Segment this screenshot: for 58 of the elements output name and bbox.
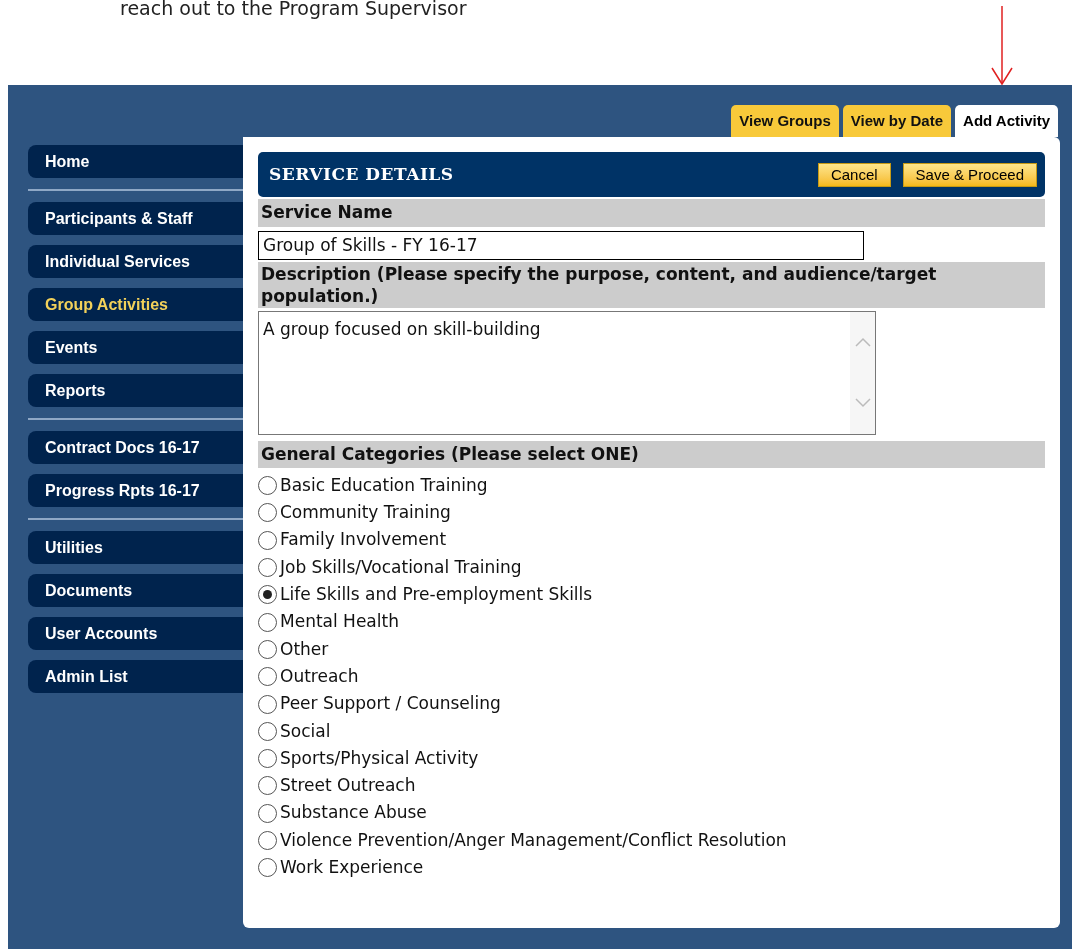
sidebar-item[interactable]: Progress Rpts 16-17 xyxy=(28,474,243,507)
radio-button[interactable] xyxy=(258,831,277,850)
radio-option[interactable]: Peer Support / Counseling xyxy=(258,690,501,718)
sidebar-item[interactable]: Participants & Staff xyxy=(28,202,243,235)
sidebar-item[interactable]: User Accounts xyxy=(28,617,243,650)
radio-button[interactable] xyxy=(258,694,277,714)
note-text: reach out to the Program Supervisor xyxy=(120,0,467,21)
arrow-icon xyxy=(990,6,1014,86)
sidebar-item[interactable]: Documents xyxy=(28,574,243,607)
sidebar-item[interactable]: Individual Services xyxy=(28,245,243,278)
scrollbar[interactable] xyxy=(850,311,875,434)
section-label: General Categories (Please select ONE) xyxy=(258,440,1045,468)
radio-button[interactable] xyxy=(258,803,277,823)
radio-button[interactable] xyxy=(258,503,277,523)
radio-button[interactable] xyxy=(258,667,277,687)
tab[interactable]: View Groups xyxy=(731,105,839,137)
section-label: Service Name xyxy=(258,199,1045,227)
radio-button[interactable] xyxy=(258,749,277,769)
description-field[interactable]: A group focused on skill-building xyxy=(258,310,876,435)
tab[interactable]: Add Activity xyxy=(955,105,1058,137)
radio-button[interactable] xyxy=(258,721,277,741)
radio-option[interactable]: Sports/Physical Activity xyxy=(258,744,479,773)
radio-button[interactable] xyxy=(258,585,277,605)
radio-option[interactable]: Basic Education Training xyxy=(258,472,488,500)
sidebar-item[interactable]: Home xyxy=(28,145,243,178)
radio-option[interactable]: Substance Abuse xyxy=(258,799,427,827)
radio-option[interactable]: Family Involvement xyxy=(258,526,447,554)
radio-option[interactable]: Street Outreach xyxy=(258,772,416,800)
chevron-down-icon xyxy=(854,398,871,408)
radio-option[interactable]: Outreach xyxy=(258,663,359,691)
radio-button[interactable] xyxy=(258,858,277,878)
action-button[interactable]: Save & Proceed xyxy=(902,162,1037,187)
radio-option[interactable]: Social xyxy=(258,717,331,745)
sidebar-item[interactable]: Utilities xyxy=(28,531,243,564)
chevron-up-icon xyxy=(854,337,871,347)
action-button[interactable]: Cancel xyxy=(817,162,891,187)
sidebar-item[interactable]: Contract Docs 16-17 xyxy=(28,431,243,464)
sidebar-item[interactable]: Events xyxy=(28,331,243,364)
radio-button[interactable] xyxy=(258,530,277,550)
panel-title: SERVICE DETAILS xyxy=(269,162,454,186)
radio-option[interactable]: Job Skills/Vocational Training xyxy=(258,553,522,582)
sidebar-item[interactable]: Group Activities xyxy=(28,288,243,321)
section-label: Description (Please specify the purpose, content, and audience/target population.) xyxy=(258,261,1045,308)
radio-button[interactable] xyxy=(258,476,277,496)
radio-option[interactable]: Work Experience xyxy=(258,854,424,882)
service-name-field[interactable]: Group of Skills - FY 16-17 xyxy=(258,230,864,260)
sidebar-item[interactable]: Reports xyxy=(28,374,243,407)
radio-option[interactable]: Other xyxy=(258,635,329,664)
radio-button[interactable] xyxy=(258,558,277,578)
sidebar-item[interactable]: Admin List xyxy=(28,660,243,693)
radio-button[interactable] xyxy=(258,639,277,659)
radio-option[interactable]: Mental Health xyxy=(258,608,399,636)
radio-button[interactable] xyxy=(258,612,277,632)
radio-option[interactable]: Community Training xyxy=(258,499,451,527)
radio-option[interactable]: Life Skills and Pre-employment Skills xyxy=(258,581,593,609)
radio-option[interactable]: Violence Prevention/Anger Management/Conflict Resolution xyxy=(258,826,787,855)
tab[interactable]: View by Date xyxy=(842,105,952,137)
radio-button[interactable] xyxy=(258,776,277,796)
